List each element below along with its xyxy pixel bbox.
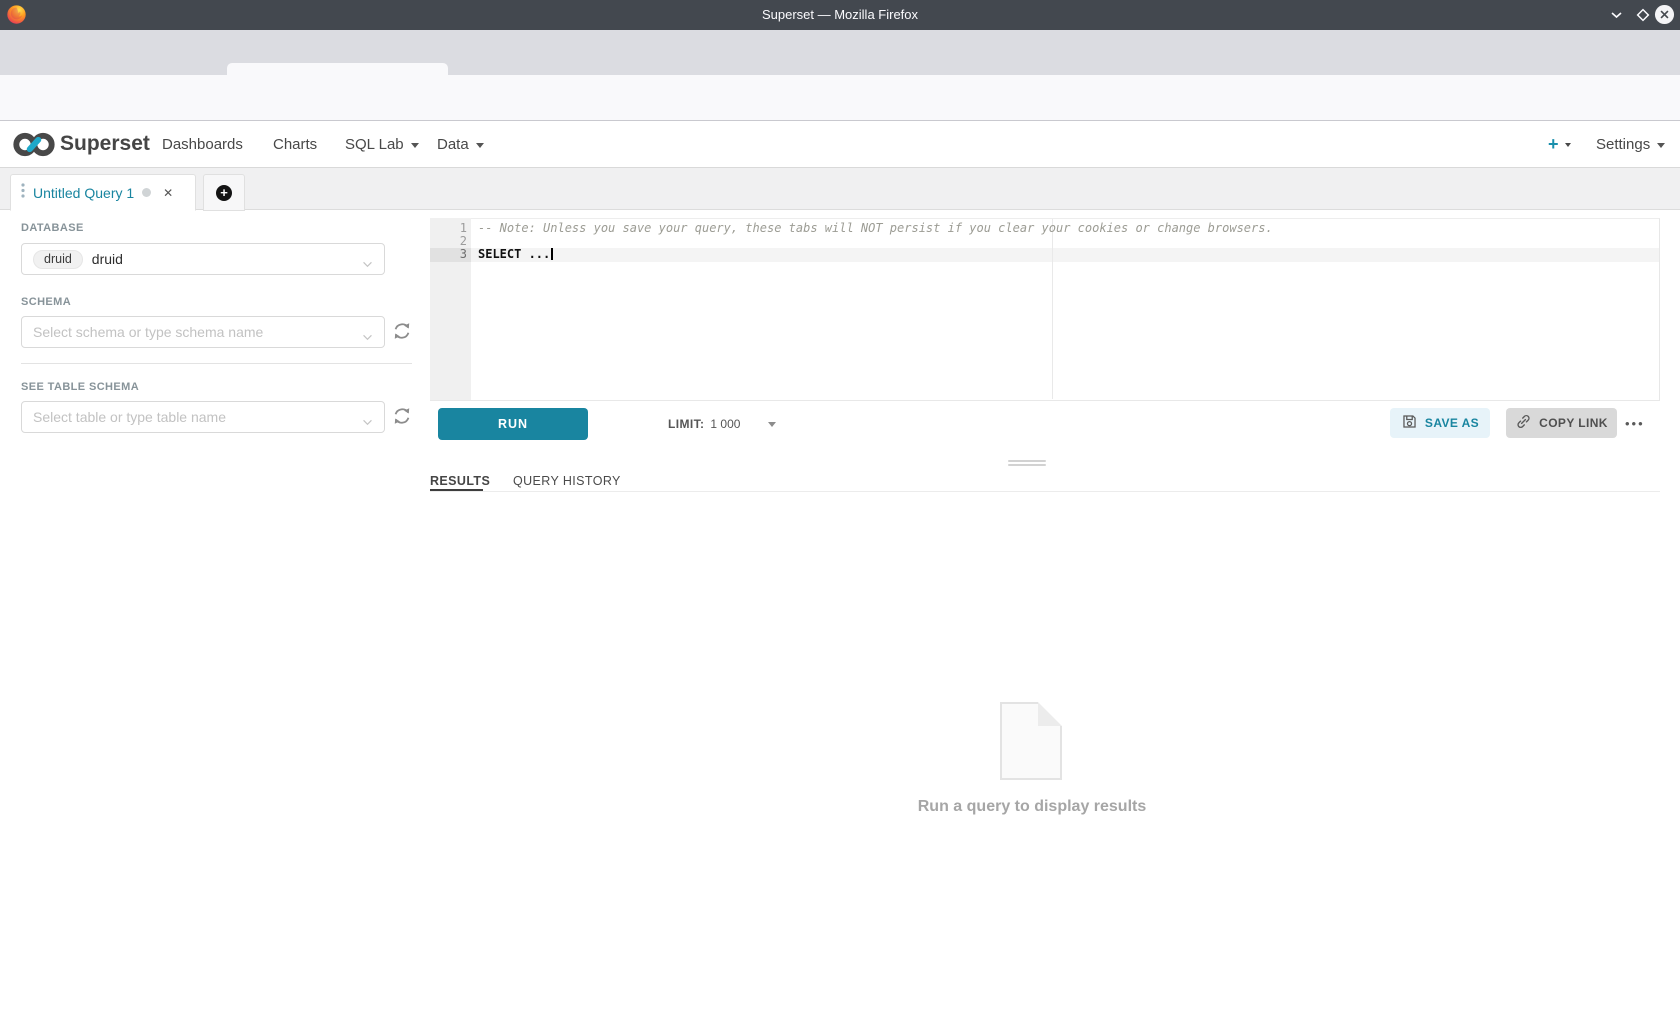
chevron-down-icon — [362, 413, 373, 431]
window-minimize-icon[interactable] — [1609, 8, 1624, 27]
superset-logo-icon[interactable] — [12, 131, 56, 163]
firefox-window: Superset — Mozilla Firefox Apache Druid … — [0, 0, 1680, 1012]
tab-query-history[interactable]: QUERY HISTORY — [513, 474, 621, 488]
chevron-down-icon — [768, 422, 776, 427]
run-button[interactable]: RUN — [438, 408, 588, 440]
line-number: 3 — [430, 248, 467, 262]
active-line-highlight — [471, 248, 1659, 262]
print-margin-line — [1052, 219, 1053, 399]
database-label: DATABASE — [21, 222, 84, 234]
save-icon — [1401, 413, 1418, 433]
chevron-down-icon — [476, 143, 484, 148]
query-tabstrip: Untitled Query 1 ✕ + — [0, 168, 1680, 210]
unsaved-indicator-dot — [142, 188, 151, 197]
chevron-down-icon — [362, 255, 373, 273]
database-value: druid — [92, 251, 123, 267]
chevron-down-icon — [1657, 143, 1665, 148]
superset-header: Superset Dashboards Charts SQL Lab Data … — [0, 121, 1680, 168]
query-tab-label: Untitled Query 1 — [33, 185, 134, 201]
database-tag: druid — [33, 250, 83, 269]
close-icon[interactable]: ✕ — [163, 186, 173, 200]
new-item-button[interactable]: + — [1548, 121, 1571, 167]
chevron-down-icon — [362, 328, 373, 346]
table-placeholder: Select table or type table name — [33, 409, 226, 425]
chevron-down-icon — [1565, 143, 1571, 147]
add-query-tab-button[interactable]: + — [203, 174, 245, 211]
copy-link-button[interactable]: COPY LINK — [1506, 408, 1617, 438]
refresh-schema-icon[interactable] — [392, 321, 412, 341]
empty-results-message: Run a query to display results — [832, 798, 1232, 816]
schema-label: SCHEMA — [21, 296, 71, 308]
empty-document-icon — [1000, 702, 1062, 780]
plus-icon: + — [1548, 134, 1559, 155]
window-maximize-icon[interactable] — [1636, 8, 1650, 27]
plus-circle-icon: + — [216, 185, 232, 201]
schema-placeholder: Select schema or type schema name — [33, 324, 263, 340]
settings-menu[interactable]: Settings — [1596, 121, 1665, 167]
schema-select[interactable]: Select schema or type schema name — [21, 316, 385, 348]
tab-results[interactable]: RESULTS — [430, 474, 490, 488]
nav-data[interactable]: Data — [437, 121, 484, 167]
save-as-button[interactable]: SAVE AS — [1390, 408, 1490, 438]
refresh-table-icon[interactable] — [392, 406, 412, 426]
pane-resize-handle[interactable] — [1008, 460, 1046, 468]
sidebar-divider — [21, 363, 412, 364]
window-title: Superset — Mozilla Firefox — [0, 0, 1680, 30]
tabs-border — [430, 491, 1660, 492]
window-close-icon[interactable] — [1654, 4, 1675, 30]
sql-editor[interactable] — [430, 218, 1660, 400]
limit-value: 1 000 — [710, 417, 740, 431]
database-select[interactable]: druid druid — [21, 243, 385, 275]
drag-handle-icon[interactable] — [21, 183, 25, 203]
nav-sql-lab[interactable]: SQL Lab — [345, 121, 419, 167]
limit-dropdown[interactable]: LIMIT: 1 000 — [668, 408, 776, 440]
query-tab-active[interactable]: Untitled Query 1 ✕ — [10, 174, 196, 211]
window-titlebar: Superset — Mozilla Firefox — [0, 0, 1680, 30]
sql-comment-line: -- Note: Unless you save your query, the… — [478, 222, 1273, 236]
sql-code-line: SELECT ... — [478, 248, 553, 262]
browser-navbar: ← → 172.18.0.4:32251/superset/sqllab/ — [0, 75, 1680, 121]
chevron-down-icon — [411, 143, 419, 148]
browser-tabstrip: Apache Druid ✕ Superset ✕ + — [0, 30, 1680, 75]
more-options-icon[interactable]: ••• — [1625, 408, 1645, 438]
table-schema-label: SEE TABLE SCHEMA — [21, 381, 139, 393]
link-icon — [1515, 413, 1532, 433]
nav-dashboards[interactable]: Dashboards — [162, 121, 243, 167]
brand-name: Superset — [60, 121, 150, 167]
nav-charts[interactable]: Charts — [273, 121, 317, 167]
table-select[interactable]: Select table or type table name — [21, 401, 385, 433]
text-cursor — [551, 248, 553, 260]
